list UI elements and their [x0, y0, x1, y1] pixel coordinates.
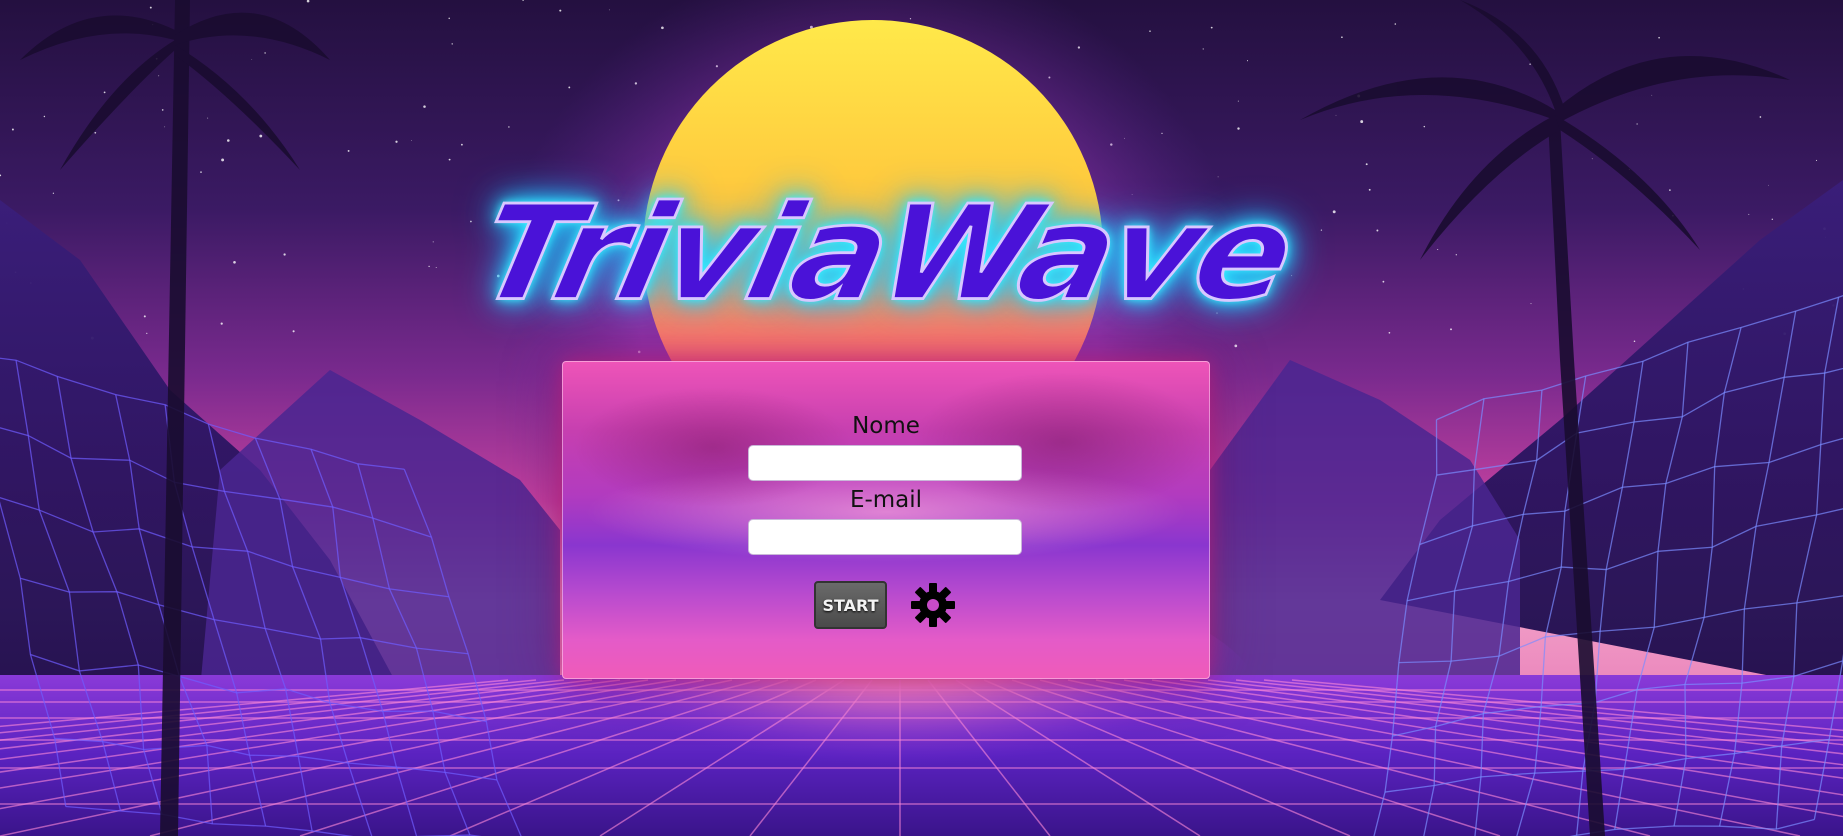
- app-logo: TriviaWave: [465, 175, 1305, 331]
- gear-icon[interactable]: [909, 581, 957, 629]
- login-panel: Nome E-mail START: [562, 361, 1210, 679]
- name-input[interactable]: [748, 445, 1022, 481]
- email-input[interactable]: [748, 519, 1022, 555]
- email-label: E-mail: [849, 487, 923, 513]
- start-button[interactable]: START: [814, 581, 887, 629]
- name-label: Nome: [852, 413, 920, 439]
